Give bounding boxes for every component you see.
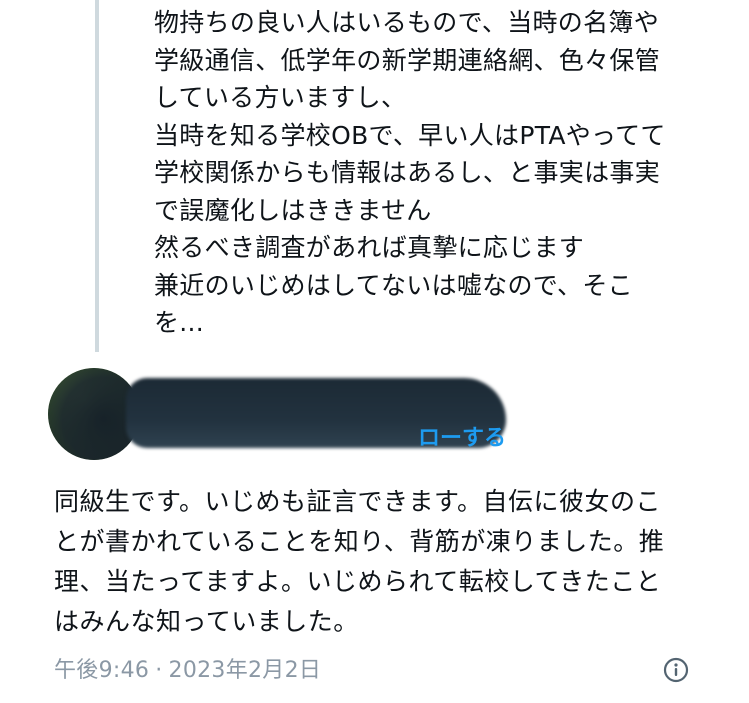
follow-button[interactable]: ローする [418, 420, 506, 452]
quoted-line: 然るべき調査があれば真摯に応じます [154, 233, 585, 262]
quoted-line: 学校関係からも情報はあるし、と事実は事実 [154, 158, 661, 187]
quoted-tweet-text: 物持ちの良い人はいるもので、当時の名簿や 学級通信、低学年の新学期連絡網、色々保… [154, 4, 724, 342]
tweet-time: 午後9:46 [54, 658, 150, 683]
tweet-timestamp[interactable]: 午後9:46 · 2023年2月2日 [54, 652, 321, 684]
quoted-line: 学級通信、低学年の新学期連絡網、色々保管 [154, 45, 661, 75]
meta-separator: · [155, 658, 163, 683]
thread-line [95, 0, 99, 352]
quoted-line: 当時を知る学校OBで、早い人はPTAやってて [154, 120, 666, 150]
quoted-line: している方いますし、 [154, 83, 407, 112]
tweet-line: 同級生です。いじめも証言できます。自伝に彼女のこ [54, 487, 662, 516]
quoted-line: で誤魔化しはききません [154, 195, 432, 225]
tweet-line: 理、当たってますよ。いじめられて転校してきたこと [54, 567, 662, 596]
tweet-date: 2023年2月2日 [168, 658, 322, 683]
tweet-line: とが書かれていることを知り、背筋が凍りました。推 [54, 527, 665, 556]
quoted-line: 物持ちの良い人はいるもので、当時の名簿や [154, 8, 660, 37]
tweet-text: 同級生です。いじめも証言できます。自伝に彼女のこ とが書かれていることを知り、背… [54, 482, 704, 642]
info-circle-icon[interactable] [663, 657, 689, 683]
tweet-line: はみんな知っていました。 [54, 607, 359, 636]
tweet-author-header: ローする [48, 368, 508, 464]
quoted-line: 兼近のいじめはしてないは嘘なので、そこ [154, 270, 633, 300]
quoted-line: を... [154, 308, 205, 337]
